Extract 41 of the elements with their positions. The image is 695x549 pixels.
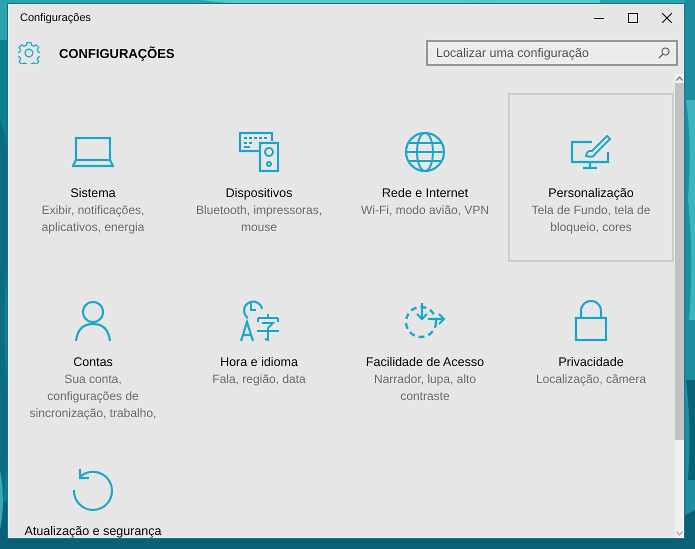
category-tile[interactable]: Sistema Exibir, notificações, aplicativos, energia bbox=[10, 93, 176, 262]
category-tile[interactable]: Facilidade de Acesso Narrador, lupa, alto contraste bbox=[342, 262, 508, 431]
category-tile[interactable]: Personalização Tela de Fundo, tela de bloqueio, cores bbox=[508, 93, 674, 262]
close-icon bbox=[662, 13, 672, 23]
category-title: Sistema bbox=[70, 185, 116, 202]
page-title: CONFIGURAÇÕES bbox=[59, 46, 175, 60]
maximize-icon bbox=[628, 13, 638, 23]
scrollbar[interactable] bbox=[675, 74, 684, 538]
category-description: Wi-Fi, modo avião, VPN bbox=[360, 202, 490, 219]
category-description: Narrador, lupa, alto contraste bbox=[374, 371, 476, 405]
category-description: Exibir, notificações, aplicativos, energia bbox=[42, 202, 144, 236]
category-description: Sua conta, configurações de sincronização, trabalho, bbox=[30, 371, 156, 422]
category-tile[interactable]: Contas Sua conta, configurações de sincronização, trabalho, bbox=[10, 262, 176, 431]
category-description: Fala, região, data bbox=[212, 371, 306, 388]
category-description: Tela de Fundo, tela de bloqueio, cores bbox=[532, 202, 650, 236]
person-icon bbox=[74, 300, 112, 342]
category-title: Dispositivos bbox=[226, 185, 292, 202]
category-title: Atualização e segurança bbox=[24, 523, 162, 538]
padlock-icon bbox=[574, 300, 608, 342]
category-tile[interactable]: Hora e idioma Fala, região, data bbox=[176, 262, 342, 431]
refresh-icon bbox=[72, 469, 114, 511]
globe-icon bbox=[404, 131, 446, 173]
search-field[interactable]: Localizar uma configuração bbox=[426, 40, 678, 66]
category-tile[interactable]: Privacidade Localização, câmera bbox=[508, 262, 674, 431]
category-tile[interactable]: Dispositivos Bluetooth, impressoras, mouse bbox=[176, 93, 342, 262]
category-tile[interactable]: Rede e Internet Wi-Fi, modo avião, VPN bbox=[342, 93, 508, 262]
window-title: Configurações bbox=[20, 12, 91, 24]
category-tile[interactable]: Atualização e segurança bbox=[10, 431, 176, 538]
clock-letters-icon bbox=[238, 300, 280, 342]
keyboard-speaker-icon bbox=[238, 131, 280, 173]
category-title: Personalização bbox=[548, 185, 634, 202]
category-description: Localização, câmera bbox=[536, 371, 646, 388]
scroll-up-icon[interactable] bbox=[676, 76, 683, 81]
category-title: Contas bbox=[73, 354, 113, 371]
settings-icon bbox=[18, 42, 40, 64]
category-title: Facilidade de Acesso bbox=[366, 354, 484, 371]
category-description: Bluetooth, impressoras, mouse bbox=[196, 202, 322, 236]
category-title: Rede e Internet bbox=[382, 185, 468, 202]
category-title: Hora e idioma bbox=[220, 354, 298, 371]
search-icon bbox=[658, 47, 670, 59]
category-title: Privacidade bbox=[558, 354, 624, 371]
